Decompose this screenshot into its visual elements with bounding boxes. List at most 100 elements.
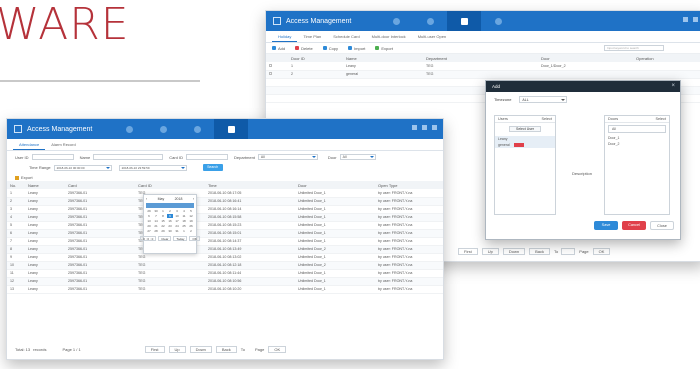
minimize-icon[interactable] [412,125,417,130]
tab-alarm-record[interactable]: Alarm Record [45,140,81,150]
calendar-day[interactable]: 23 [167,224,173,228]
user-id-input[interactable] [31,154,74,160]
row-checkbox[interactable] [266,70,288,79]
close-icon[interactable]: × [671,81,675,92]
calendar-day[interactable]: 13 [146,219,152,223]
prev-page-button[interactable]: Up [481,247,499,255]
copy-button[interactable]: Copy [322,46,338,51]
timezone-select[interactable]: ALL [519,96,568,103]
next-page-button[interactable]: Down [189,345,212,353]
door-select[interactable]: All [339,154,376,160]
first-page-button[interactable]: First [144,345,165,353]
tab-schedule-card[interactable]: Schedule Card [327,32,365,42]
import-button[interactable]: Import [348,46,365,51]
month-select[interactable]: May [158,197,165,202]
calendar-day[interactable]: 29 [146,209,152,213]
table-row[interactable]: 12 Leany 2597366-01 TEG 2018-06-10 08:10:56 U… [7,277,443,286]
calendar-day[interactable]: 17 [174,219,180,223]
calendar-day[interactable]: 19 [188,219,194,223]
calendar-day[interactable]: 24 [174,224,180,228]
door-item[interactable]: Door_2 [605,141,669,147]
table-row[interactable]: 4 Leany 2597366-01 TEG 2018-06-10 08:15:58 Un… [7,213,443,222]
back-search-input[interactable]: Input keyword to search [604,45,664,51]
shield-icon[interactable] [180,119,214,139]
table-row[interactable]: 3 Leany 2597366-01 TEG 2018-06-10 08:16:14 Un… [7,205,443,214]
calendar-day[interactable]: 20 [146,224,152,228]
add-button[interactable]: Add [272,46,285,51]
doors-select-all-checkbox[interactable]: Select [655,116,666,122]
today-button[interactable]: Today [173,236,188,241]
table-row[interactable]: 7 Leany 2597366-01 TEG 2018-06-10 08:14:37 Un… [7,237,443,246]
table-row[interactable]: 2 Leany 2597366-01 TEG 2018-06-10 08:16:41 Un… [7,197,443,206]
tab-holiday[interactable]: Holiday [272,32,298,42]
maximize-icon[interactable] [693,17,698,22]
clear-button[interactable]: Clear [158,236,172,241]
person-icon[interactable] [112,119,146,139]
calendar-day[interactable]: 30 [153,209,159,213]
table-row[interactable]: 6 Leany 2597366-01 TEG 2018-06-10 08:15:01 Un… [7,229,443,238]
table-row[interactable]: 13 Leany 2597366-01 TEG 2018-06-10 08:10:20 U… [7,285,443,294]
tab-time-plan[interactable]: Time Plan [297,32,327,42]
calendar-day[interactable]: 2 [188,229,194,233]
prev-page-button[interactable]: Up [168,345,186,353]
calendar-day[interactable]: 15 [160,219,166,223]
table-row[interactable]: 9 Leany 2597366-01 TEG 2018-06-10 08:13:02 Un… [7,253,443,262]
table-row[interactable]: 2 general TEG [266,70,700,79]
card-icon[interactable] [481,11,515,31]
export-button[interactable]: Export [375,46,393,51]
time-spinner[interactable]: 0 : 0 : 0 [140,236,157,241]
calendar-day[interactable]: 18 [181,219,187,223]
calendar-day[interactable]: 11 [181,214,187,218]
table-row[interactable]: 11 Leany 2597366-01 TEG 2018-06-10 08:11:44 U… [7,269,443,278]
tab-attendance[interactable]: Attendance [13,140,46,150]
year-select[interactable]: 2018 [175,197,183,202]
id-card-active-icon[interactable] [214,119,249,139]
doors-all-item[interactable]: All [608,125,666,133]
delete-button[interactable]: Delete [295,46,313,51]
calendar-day[interactable]: 8 [160,214,166,218]
calendar-day[interactable]: 12 [188,214,194,218]
tab-multi-door-interlock[interactable]: Multi-door Interlock [366,32,412,42]
calendar-day[interactable]: 31 [174,229,180,233]
calendar-day[interactable]: 1 [181,229,187,233]
table-row[interactable]: 5 Leany 2597366-01 TEG 2018-06-10 08:15:23 Un… [7,221,443,230]
table-row[interactable]: 1 Leany TEG Door_1/Door_2 [266,62,700,71]
calendar-day[interactable]: 7 [153,214,159,218]
go-button[interactable]: OK [592,247,611,255]
calendar-day[interactable]: 22 [160,224,166,228]
ok-button[interactable]: OK [189,236,200,241]
export-button[interactable]: Export [7,174,443,181]
user-active-icon[interactable] [447,11,482,31]
minimize-icon[interactable] [683,17,688,22]
tab-multi-user-open[interactable]: Multi-user Open [412,32,452,42]
search-button[interactable]: Search [202,164,223,171]
calendar-day[interactable]: 30 [167,229,173,233]
go-button[interactable]: OK [268,345,287,353]
calendar-day[interactable]: 25 [181,224,187,228]
calendar-day[interactable]: 4 [181,209,187,213]
remove-user-button[interactable] [513,143,524,148]
last-page-button[interactable]: Back [215,345,237,353]
save-button[interactable]: Save [594,221,618,230]
first-page-button[interactable]: First [458,247,478,255]
door-icon[interactable] [413,11,447,31]
user-item[interactable]: general [495,142,555,149]
table-row[interactable]: 1 Leany 2597366-01 TEG 2018-06-10 08:17:05 Un… [7,189,443,198]
prev-month-icon[interactable]: ‹ [146,197,147,202]
calendar-day[interactable]: 1 [160,209,166,213]
time-range-end-input[interactable]: 2018-06-10 23:59:59 [118,164,187,171]
calendar-day[interactable]: 16 [167,219,173,223]
calendar-day[interactable]: 27 [146,229,152,233]
calendar-day[interactable]: 10 [174,214,180,218]
table-row[interactable]: 8 Leany 2597366-01 TEG 2018-06-10 08:13:49 Un… [7,245,443,254]
calendar-day[interactable]: 5 [188,209,194,213]
person-icon[interactable] [379,11,413,31]
select-user-button[interactable]: Select User [509,126,542,132]
dialog-close-button[interactable]: Close [650,221,674,230]
time-range-start-input[interactable]: 2018-06-10 00:00:00 [53,164,112,171]
calendar-day[interactable]: 9 [167,214,173,218]
cancel-button[interactable]: Cancel [622,221,646,230]
card-id-input[interactable] [186,154,229,160]
calendar-day[interactable]: 29 [160,229,166,233]
calendar-day[interactable]: 6 [146,214,152,218]
